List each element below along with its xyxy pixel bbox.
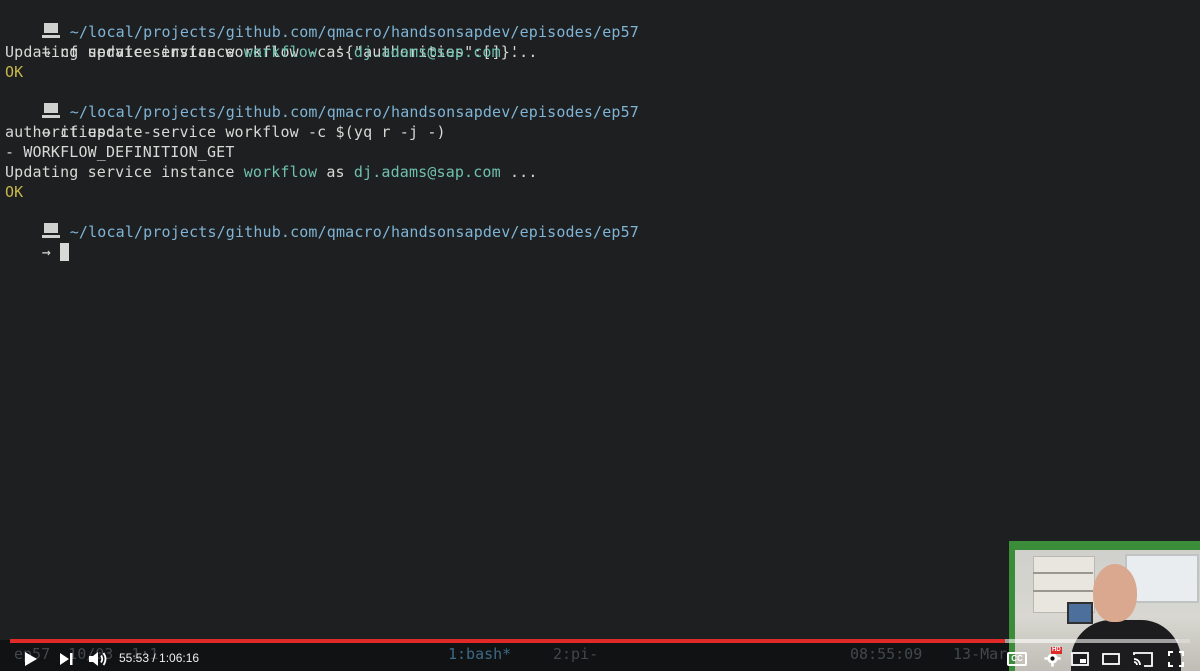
theater-mode-icon	[1102, 652, 1120, 665]
service-name: workflow	[243, 43, 318, 61]
service-name: workflow	[243, 163, 318, 181]
miniplayer-icon	[1071, 651, 1089, 666]
next-icon	[60, 652, 73, 665]
progress-buffered	[1004, 639, 1179, 643]
captions-icon: CC	[1007, 651, 1027, 666]
video-progress-bar[interactable]	[10, 639, 1190, 643]
output-text: ...	[500, 43, 538, 61]
prompt-line: ~/local/projects/github.com/qmacro/hands…	[5, 82, 639, 121]
theater-mode-button[interactable]	[1100, 646, 1122, 671]
hd-badge: HD	[1051, 647, 1062, 654]
fullscreen-icon	[1168, 650, 1184, 667]
output-line: Updating service instance workflow as dj…	[5, 42, 538, 62]
current-time: 55:53	[119, 651, 150, 665]
prompt-arrow: →	[41, 243, 51, 261]
captions-button[interactable]: CC	[1005, 646, 1029, 671]
duration: 1:06:16	[159, 651, 200, 665]
user-email: dj.adams@sap.com	[353, 163, 501, 181]
video-controls: 55:53 / 1:06:16 CC HD	[0, 646, 1200, 671]
output-line: - WORKFLOW_DEFINITION_GET	[5, 143, 235, 161]
cast-icon	[1133, 651, 1153, 667]
user-email: dj.adams@sap.com	[353, 43, 501, 61]
command-line: → cf update-service workflow -c '{"autho…	[5, 22, 519, 61]
command-line[interactable]: →	[5, 222, 70, 261]
command-text: cf update-service workflow -c $(yq r -j …	[60, 123, 446, 141]
command-line: → cf update-service workflow -c $(yq r -…	[5, 102, 446, 141]
cast-button[interactable]	[1131, 646, 1155, 671]
output-text: Updating service instance	[5, 43, 244, 61]
status-ok: OK	[5, 63, 24, 81]
status-ok: OK	[5, 183, 24, 201]
output-line: Updating service instance workflow as dj…	[5, 162, 538, 182]
prompt-line: ~/local/projects/github.com/qmacro/hands…	[5, 2, 639, 41]
mute-button[interactable]	[86, 646, 110, 671]
progress-played	[10, 639, 1005, 643]
output-text: ...	[500, 163, 538, 181]
text-cursor	[60, 243, 70, 261]
play-icon	[25, 651, 37, 666]
play-button[interactable]	[20, 646, 42, 671]
output-text: as	[317, 43, 354, 61]
output-line: authorities:	[5, 123, 116, 141]
video-time: 55:53 / 1:06:16	[119, 650, 199, 666]
settings-button[interactable]: HD	[1040, 646, 1064, 671]
output-text: as	[317, 163, 354, 181]
prompt-line: ~/local/projects/github.com/qmacro/hands…	[5, 202, 639, 241]
volume-icon	[89, 651, 107, 666]
output-text: Updating service instance	[5, 163, 244, 181]
fullscreen-button[interactable]	[1164, 646, 1188, 671]
next-button[interactable]	[56, 646, 76, 671]
time-separator: /	[149, 651, 160, 665]
prompt-path: ~/local/projects/github.com/qmacro/hands…	[69, 223, 639, 241]
miniplayer-button[interactable]	[1069, 646, 1091, 671]
